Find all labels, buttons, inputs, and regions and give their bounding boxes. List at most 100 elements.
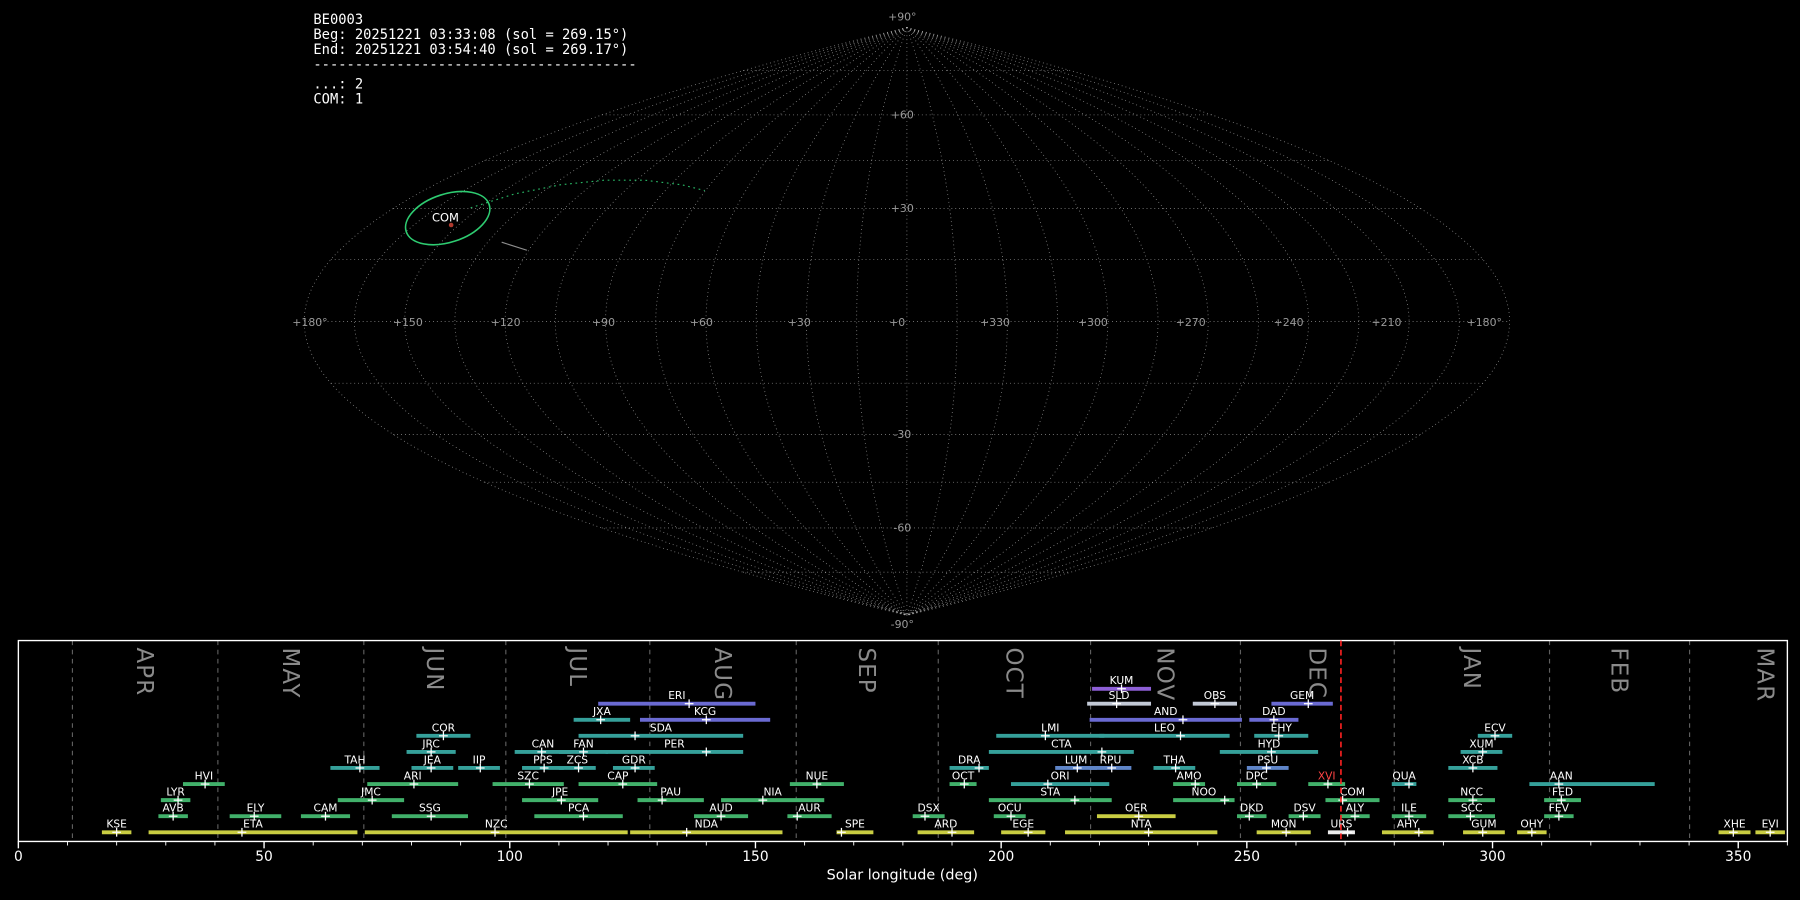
shower-label-IIP: IIP bbox=[473, 753, 486, 766]
shower-label-SCC: SCC bbox=[1461, 802, 1483, 815]
shower-label-EVI: EVI bbox=[1762, 818, 1779, 831]
shower-label-XUM: XUM bbox=[1469, 737, 1493, 750]
shower-label-HVI: HVI bbox=[195, 769, 213, 782]
shower-label-AHY: AHY bbox=[1397, 818, 1419, 831]
shower-label-SLD: SLD bbox=[1109, 689, 1130, 702]
longitude-label: +270 bbox=[1176, 316, 1206, 329]
shower-label-DSX: DSX bbox=[918, 802, 940, 815]
latitude-label: -90° bbox=[891, 618, 914, 631]
shower-label-STA: STA bbox=[1040, 786, 1060, 799]
shower-label-ILE: ILE bbox=[1401, 802, 1417, 815]
shower-label-KCG: KCG bbox=[694, 705, 716, 718]
shower-label-NUE: NUE bbox=[806, 769, 829, 782]
shower-label-ECV: ECV bbox=[1484, 721, 1506, 734]
longitude-label: +0 bbox=[889, 316, 905, 329]
shower-label-NOO: NOO bbox=[1191, 786, 1216, 799]
shower-label-AMO: AMO bbox=[1177, 769, 1202, 782]
longitude-label: +120 bbox=[491, 316, 521, 329]
shower-label-AVB: AVB bbox=[163, 802, 184, 815]
shower-label-LEO: LEO bbox=[1154, 721, 1175, 734]
shower-label-CAP: CAP bbox=[607, 769, 629, 782]
month-label: JAN bbox=[1458, 645, 1484, 690]
shower-label-LYR: LYR bbox=[166, 786, 185, 799]
longitude-label: +60 bbox=[690, 316, 713, 329]
shower-label-DAD: DAD bbox=[1262, 705, 1286, 718]
shower-label-TAH: TAH bbox=[343, 753, 365, 766]
shower-label-CAM: CAM bbox=[314, 802, 338, 815]
shower-label-FAN: FAN bbox=[573, 737, 593, 750]
shower-label-FED: FED bbox=[1552, 786, 1573, 799]
shower-label-PCA: PCA bbox=[568, 802, 590, 815]
station-id: BE0003 bbox=[313, 12, 363, 28]
shower-label-XVI: XVI bbox=[1318, 769, 1336, 782]
shower-label-ZCS: ZCS bbox=[567, 753, 589, 766]
latitude-label: +30 bbox=[891, 202, 914, 215]
x-tick-label: 0 bbox=[14, 849, 23, 865]
latitude-label: -60 bbox=[893, 521, 911, 534]
shower-label-RPU: RPU bbox=[1100, 753, 1122, 766]
shower-label-DPC: DPC bbox=[1246, 769, 1268, 782]
shower-label-FEV: FEV bbox=[1549, 802, 1570, 815]
app-window: BE0003 Beg: 20251221 03:33:08 (sol = 269… bbox=[0, 0, 1800, 900]
longitude-label: +180° bbox=[292, 316, 327, 329]
shower-label-DSV: DSV bbox=[1293, 802, 1316, 815]
shower-label-AAN: AAN bbox=[1550, 769, 1573, 782]
shower-label-DRA: DRA bbox=[958, 753, 981, 766]
shower-label-AND: AND bbox=[1154, 705, 1177, 718]
month-label: MAR bbox=[1751, 647, 1777, 702]
shower-label-JXA: JXA bbox=[592, 705, 611, 718]
shower-label-SDA: SDA bbox=[650, 721, 673, 734]
shower-label-NDA: NDA bbox=[695, 818, 719, 831]
shower-label-PER: PER bbox=[664, 737, 685, 750]
shower-label-NZC: NZC bbox=[485, 818, 508, 831]
shower-label-SPE: SPE bbox=[845, 818, 865, 831]
separator-line: --------------------------------------- bbox=[313, 57, 636, 73]
shower-label-LMI: LMI bbox=[1041, 721, 1059, 734]
x-tick-label: 300 bbox=[1479, 849, 1505, 865]
end-time: End: 20251221 03:54:40 (sol = 269.17°) bbox=[313, 42, 628, 58]
shower-label-JEA: JEA bbox=[423, 753, 442, 766]
shower-label-CTA: CTA bbox=[1051, 737, 1072, 750]
shower-label-ERI: ERI bbox=[668, 689, 685, 702]
month-label: JUN bbox=[421, 645, 447, 691]
month-label: NOV bbox=[1151, 647, 1177, 701]
shower-label-GEM: GEM bbox=[1290, 689, 1314, 702]
shower-label-AUR: AUR bbox=[798, 802, 821, 815]
graticule-meridian bbox=[907, 28, 957, 616]
sky-map: +180°+150+120+90+60+30+0+330+300+270+240… bbox=[292, 11, 1509, 631]
shower-label-DKD: DKD bbox=[1240, 802, 1263, 815]
shower-label-PSU: PSU bbox=[1257, 753, 1278, 766]
shower-label-HYD: HYD bbox=[1258, 737, 1281, 750]
shower-label-KUM: KUM bbox=[1110, 674, 1134, 687]
meteor-trail bbox=[502, 242, 527, 250]
count-com: COM: 1 bbox=[313, 91, 363, 107]
longitude-label: +300 bbox=[1078, 316, 1108, 329]
shower-label-LUM: LUM bbox=[1065, 753, 1087, 766]
shower-label-COR: COR bbox=[432, 721, 456, 734]
month-label: OCT bbox=[1000, 647, 1026, 699]
x-axis-title: Solar longitude (deg) bbox=[827, 867, 978, 883]
month-label: JUL bbox=[564, 645, 590, 687]
longitude-label: +330 bbox=[980, 316, 1010, 329]
shower-label-ARD: ARD bbox=[934, 818, 957, 831]
shower-label-PPS: PPS bbox=[533, 753, 553, 766]
shower-label-GDR: GDR bbox=[622, 753, 646, 766]
shower-label-NCC: NCC bbox=[1460, 786, 1483, 799]
shower-label-KSE: KSE bbox=[106, 818, 127, 831]
shower-label-COM: COM bbox=[1340, 786, 1365, 799]
longitude-label: +240 bbox=[1274, 316, 1304, 329]
longitude-label: +210 bbox=[1371, 316, 1401, 329]
x-tick-label: 250 bbox=[1234, 849, 1260, 865]
shower-label-CAN: CAN bbox=[532, 737, 555, 750]
latitude-label: +60 bbox=[891, 108, 914, 121]
month-label: FEB bbox=[1606, 647, 1632, 694]
month-label: APR bbox=[131, 647, 157, 696]
shower-label-EGE: EGE bbox=[1012, 818, 1034, 831]
longitude-label: +150 bbox=[393, 316, 423, 329]
shower-label-ELY: ELY bbox=[247, 802, 265, 815]
shower-label-OHY: OHY bbox=[1520, 818, 1543, 831]
x-tick-label: 50 bbox=[255, 849, 273, 865]
shower-label-ETA: ETA bbox=[243, 818, 263, 831]
month-label: MAY bbox=[277, 647, 303, 698]
shower-label-PAU: PAU bbox=[660, 786, 681, 799]
